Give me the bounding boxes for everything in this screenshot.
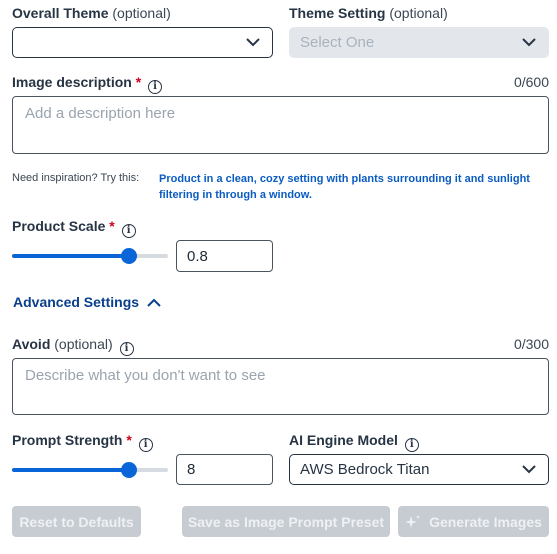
chevron-down-icon [522,464,536,473]
chevron-down-icon [522,37,536,46]
overall-theme-label: Overall Theme (optional) [12,5,171,21]
image-description-label: Image description * i [12,74,163,94]
info-icon[interactable]: i [121,224,136,238]
reset-to-defaults-button[interactable]: Reset to Defaults [12,506,141,537]
theme-setting-label: Theme Setting (optional) [289,5,448,21]
image-description-counter: 0/600 [513,74,549,90]
advanced-settings-toggle[interactable]: Advanced Settings [13,294,161,310]
inspiration-label: Need inspiration? Try this: [12,172,140,184]
product-scale-slider-thumb[interactable] [121,248,137,264]
inspiration-suggestion-link[interactable]: Product in a clean, cozy setting with pl… [159,171,551,203]
prompt-strength-slider[interactable] [12,462,168,478]
avoid-input[interactable]: Describe what you don't want to see [12,358,549,415]
image-description-input[interactable]: Add a description here [12,96,549,154]
prompt-strength-slider-fill [12,468,129,472]
chevron-down-icon [246,37,260,46]
generate-images-button[interactable]: Generate Images [398,506,549,537]
prompt-strength-slider-thumb[interactable] [121,462,137,478]
product-scale-label: Product Scale * i [12,218,136,238]
overall-theme-select[interactable] [12,27,273,58]
info-icon[interactable]: i [148,80,163,94]
product-scale-slider-fill [12,254,129,258]
ai-engine-label: AI Engine Model i [289,432,419,452]
generate-images-label: Generate Images [429,513,542,530]
prompt-strength-input[interactable]: 8 [176,454,273,485]
info-icon[interactable]: i [138,438,153,452]
info-icon[interactable]: i [119,342,134,356]
ai-engine-select[interactable]: AWS Bedrock Titan [289,454,549,485]
avoid-counter: 0/300 [513,336,549,352]
sparkle-icon [405,514,421,528]
theme-setting-select[interactable]: Select One [289,27,549,58]
avoid-label: Avoid (optional) i [12,336,134,356]
save-preset-button[interactable]: Save as Image Prompt Preset [182,506,390,537]
product-scale-slider[interactable] [12,248,168,264]
product-scale-input[interactable]: 0.8 [176,240,273,272]
info-icon[interactable]: i [404,438,419,452]
prompt-strength-label: Prompt Strength * i [12,432,153,452]
chevron-up-icon [147,298,161,307]
